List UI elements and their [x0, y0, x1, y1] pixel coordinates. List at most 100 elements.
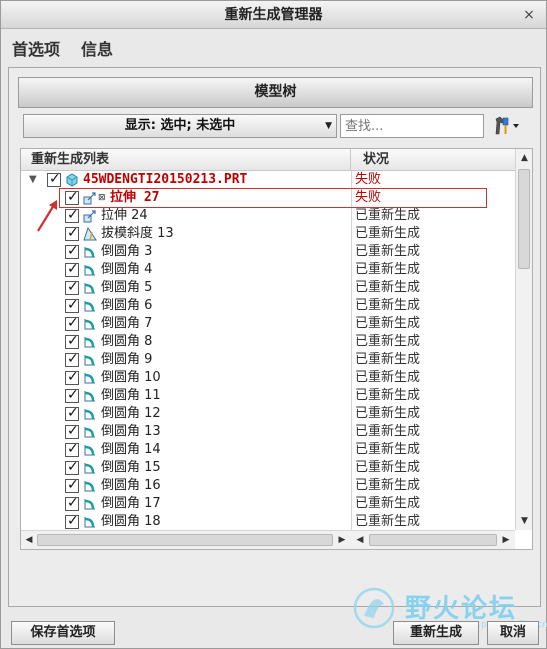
tree-row[interactable]: 倒圆角 4 已重新生成 — [21, 260, 515, 279]
tree-row[interactable]: 倒圆角 16 已重新生成 — [21, 476, 515, 495]
round-icon — [83, 389, 97, 403]
row-label: 倒圆角 12 — [101, 406, 161, 421]
row-label: 拉伸 27 — [110, 190, 160, 205]
row-status: 失败 — [355, 172, 382, 187]
tree-row[interactable]: 倒圆角 18 已重新生成 — [21, 512, 515, 530]
row-status: 已重新生成 — [355, 478, 421, 493]
tree-row[interactable]: 倒圆角 5 已重新生成 — [21, 278, 515, 297]
tools-icon[interactable] — [491, 114, 525, 138]
row-status: 已重新生成 — [355, 334, 421, 349]
round-icon — [83, 245, 97, 259]
row-label: 倒圆角 13 — [101, 424, 161, 439]
scroll-left-icon[interactable]: ◀ — [353, 531, 367, 549]
row-checkbox[interactable] — [65, 440, 79, 458]
row-checkbox[interactable] — [65, 188, 79, 206]
row-checkbox[interactable] — [65, 458, 79, 476]
row-status: 已重新生成 — [355, 496, 421, 511]
dialog-footer: 保存首选项 重新生成 取消 — [1, 613, 546, 649]
vertical-scrollbar[interactable]: ▲ ▼ — [515, 149, 532, 530]
row-checkbox[interactable] — [65, 386, 79, 404]
vertical-scroll-thumb[interactable] — [518, 169, 530, 269]
row-checkbox[interactable] — [65, 260, 79, 278]
chevron-down-icon: ▼ — [325, 121, 332, 131]
row-checkbox[interactable] — [65, 206, 79, 224]
tree-row[interactable]: 倒圆角 9 已重新生成 — [21, 350, 515, 369]
row-checkbox[interactable] — [65, 314, 79, 332]
display-filter-select[interactable]: 显示: 选中; 未选中 ▼ — [23, 114, 337, 138]
tree-row[interactable]: 倒圆角 6 已重新生成 — [21, 296, 515, 315]
close-icon[interactable]: × — [520, 1, 538, 29]
horizontal-scroll-thumb-left[interactable] — [37, 534, 333, 546]
row-label: 倒圆角 7 — [101, 316, 153, 331]
row-checkbox[interactable] — [65, 296, 79, 314]
scroll-right-icon[interactable]: ▶ — [335, 531, 349, 549]
scroll-right-icon[interactable]: ▶ — [499, 531, 513, 549]
window-title: 重新生成管理器 — [224, 7, 323, 23]
round-icon — [83, 371, 97, 385]
tree-row[interactable]: 拔模斜度 13 已重新生成 — [21, 224, 515, 243]
menu-info[interactable]: 信息 — [81, 36, 113, 60]
row-checkbox[interactable] — [65, 404, 79, 422]
row-label: 倒圆角 3 — [101, 244, 153, 259]
tree-root-row[interactable]: ▼ 45WDENGTI20150213.PRT 失败 — [21, 171, 515, 189]
scroll-up-icon[interactable]: ▲ — [516, 150, 533, 166]
tree-row[interactable]: 倒圆角 7 已重新生成 — [21, 314, 515, 333]
row-checkbox[interactable] — [65, 332, 79, 350]
tree-row[interactable]: 倒圆角 11 已重新生成 — [21, 386, 515, 405]
failed-marker-icon: ⊠ — [98, 193, 106, 203]
tree-row[interactable]: 倒圆角 10 已重新生成 — [21, 368, 515, 387]
tree-row[interactable]: 倒圆角 3 已重新生成 — [21, 242, 515, 261]
save-preferences-button[interactable]: 保存首选项 — [11, 621, 115, 645]
scroll-down-icon[interactable]: ▼ — [516, 513, 533, 529]
row-status: 已重新生成 — [355, 352, 421, 367]
round-icon — [83, 497, 97, 511]
menu-bar: 首选项 信息 — [1, 30, 546, 62]
row-checkbox[interactable] — [65, 512, 79, 530]
row-checkbox[interactable] — [65, 476, 79, 494]
round-icon — [83, 353, 97, 367]
row-label: 倒圆角 14 — [101, 442, 161, 457]
row-checkbox[interactable] — [47, 171, 61, 188]
row-checkbox[interactable] — [65, 422, 79, 440]
horizontal-scroll-thumb-right[interactable] — [369, 534, 497, 546]
extrude-icon — [83, 191, 97, 205]
row-checkbox[interactable] — [65, 368, 79, 386]
tree-row[interactable]: 倒圆角 13 已重新生成 — [21, 422, 515, 441]
round-icon — [83, 515, 97, 529]
scroll-left-icon[interactable]: ◀ — [22, 531, 36, 549]
horizontal-scrollbar-left[interactable]: ◀ ▶ — [21, 530, 351, 549]
cancel-button[interactable]: 取消 — [487, 621, 539, 645]
tree-row[interactable]: ⊠ 拉伸 27 失败 — [21, 188, 515, 207]
row-label: 倒圆角 10 — [101, 370, 161, 385]
tree-row[interactable]: 倒圆角 17 已重新生成 — [21, 494, 515, 513]
row-checkbox[interactable] — [65, 278, 79, 296]
column-header-status[interactable]: 状况 — [351, 149, 515, 171]
row-status: 已重新生成 — [355, 370, 421, 385]
tree-row[interactable]: 倒圆角 8 已重新生成 — [21, 332, 515, 351]
row-label: 倒圆角 4 — [101, 262, 153, 277]
tree-row[interactable]: 倒圆角 12 已重新生成 — [21, 404, 515, 423]
horizontal-scrollbar-right[interactable]: ◀ ▶ — [351, 530, 515, 549]
round-icon — [83, 425, 97, 439]
row-status: 已重新生成 — [355, 388, 421, 403]
row-status: 已重新生成 — [355, 316, 421, 331]
round-icon — [83, 263, 97, 277]
row-checkbox[interactable] — [65, 224, 79, 242]
search-input[interactable] — [340, 114, 484, 138]
tree-row[interactable]: 倒圆角 15 已重新生成 — [21, 458, 515, 477]
tree-row[interactable]: 拉伸 24 已重新生成 — [21, 206, 515, 225]
round-icon — [83, 299, 97, 313]
row-label: 倒圆角 11 — [101, 388, 161, 403]
row-checkbox[interactable] — [65, 242, 79, 260]
row-checkbox[interactable] — [65, 350, 79, 368]
tree-row[interactable]: 倒圆角 14 已重新生成 — [21, 440, 515, 459]
row-status: 已重新生成 — [355, 226, 421, 241]
column-header-list[interactable]: 重新生成列表 — [21, 149, 351, 171]
regenerate-button[interactable]: 重新生成 — [393, 621, 479, 645]
expand-collapse-icon[interactable]: ▼ — [29, 171, 37, 189]
menu-preferences[interactable]: 首选项 — [12, 36, 60, 60]
row-checkbox[interactable] — [65, 494, 79, 512]
row-status: 已重新生成 — [355, 280, 421, 295]
round-icon — [83, 317, 97, 331]
row-status: 已重新生成 — [355, 442, 421, 457]
